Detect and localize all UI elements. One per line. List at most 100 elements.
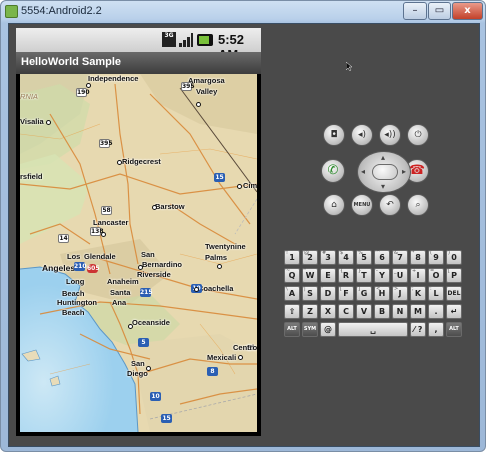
key[interactable]: (9 [428,250,444,265]
power-button[interactable]: ⏻ [407,124,429,146]
volume-down-button[interactable]: ◂) [351,124,373,146]
close-button[interactable]: x [452,2,483,20]
map-label: Riverside [137,270,171,279]
key[interactable]: V [356,304,372,319]
key[interactable]: :L [428,286,444,301]
enter-key[interactable]: ↵ [446,304,462,319]
key[interactable]: {R [338,268,354,283]
emulator-client-area: 3G 5:52 AM HelloWorld Sample [8,23,480,447]
key[interactable]: ^ 6 [374,250,390,265]
highway-shield: 395 [181,82,195,91]
highway-shield: 395 [99,139,113,148]
dpad[interactable]: ▴ ▾ ◂ ▸ [357,151,411,193]
menu-button[interactable]: MENU [351,194,373,216]
city-marker [128,324,133,329]
dpad-down-icon[interactable]: ▾ [381,182,385,191]
map-label: Ana [112,298,127,307]
dpad-right-icon[interactable]: ▸ [402,167,406,176]
key[interactable]: + I [410,268,426,283]
maximize-button[interactable]: ▭ [428,2,451,20]
key[interactable]: ~ Q [284,268,300,283]
map-view[interactable]: Independence Amargosa Valley RNIA Visali… [20,74,257,432]
network-3g-icon: 3G [162,32,176,47]
key[interactable]: * 8 [410,250,426,265]
alt-key-left[interactable]: ALT [284,322,300,337]
key[interactable]: | S [302,286,318,301]
key[interactable]: < H [374,286,390,301]
city-marker [117,160,122,165]
sym-key[interactable]: SYM [302,322,318,337]
map-label: rsfield [20,172,43,181]
map-label: Visalia [20,117,44,126]
camera-button[interactable]: ◘ [323,124,345,146]
city-marker [217,264,222,269]
key[interactable]: @2 [302,250,318,265]
key[interactable]: -Y [374,268,390,283]
key[interactable]: N [392,304,408,319]
search-button[interactable]: ⌕ [407,194,429,216]
key[interactable]: ! 1 [284,250,300,265]
key[interactable]: ; K [410,286,426,301]
shift-key[interactable]: ⇧ [284,304,300,319]
city-marker [46,120,51,125]
comma-key[interactable]: , [428,322,444,337]
minimize-button[interactable]: – [403,2,427,20]
key[interactable]: B [374,304,390,319]
map-label: San [141,250,155,259]
key[interactable]: [F [338,286,354,301]
map-label: Independence [88,74,139,83]
dpad-center-button[interactable] [372,164,398,180]
key[interactable]: ` E [320,268,336,283]
key[interactable]: Z [302,304,318,319]
highway-shield: 215 [140,288,153,297]
delete-key[interactable]: DEL [446,286,462,301]
key[interactable]: " W [302,268,318,283]
highway-shield: 190 [76,88,90,97]
key[interactable]: ] G [356,286,372,301]
home-button[interactable]: ⌂ [323,194,345,216]
city-marker [138,265,143,270]
title-bar[interactable]: 5554:Android2.2 – ▭ x [1,1,485,23]
key[interactable]: ) 0 [446,250,462,265]
slash-key[interactable]: ⁄ ? [410,322,426,337]
key[interactable]: M [410,304,426,319]
key[interactable]: _ U [392,268,408,283]
key[interactable]: $4 [338,250,354,265]
key[interactable]: C [338,304,354,319]
map-label: Coachella [198,284,234,293]
map-label: Palms [205,253,228,262]
key[interactable]: > J [392,286,408,301]
highway-shield: 58 [101,206,112,215]
map-label: San [131,359,145,368]
key[interactable]: #3 [320,250,336,265]
android-app-icon [5,5,18,18]
dpad-up-icon[interactable]: ▴ [381,153,385,162]
key[interactable]: & 7 [392,250,408,265]
mouse-cursor-icon [346,62,352,71]
key[interactable]: \ A [284,286,300,301]
emulator-window: 5554:Android2.2 – ▭ x 3G 5:52 AM HelloWo… [0,0,486,452]
at-key[interactable]: @ [320,322,336,337]
call-icon: ✆ [327,163,339,178]
map-label: Cima [243,181,257,190]
key[interactable]: [P [446,268,462,283]
key[interactable]: . [428,304,444,319]
highway-shield: 8 [207,367,218,376]
highway-shield: 14 [58,234,69,243]
key[interactable]: % 5 [356,250,372,265]
key[interactable]: } T [356,268,372,283]
call-button[interactable]: ✆ [321,159,345,183]
key[interactable]: = O [428,268,444,283]
space-key[interactable]: ␣ [338,322,408,337]
key[interactable]: ' D [320,286,336,301]
city-marker [196,102,201,107]
volume-up-button[interactable]: ◂)) [379,124,401,146]
map-label: Valley [196,87,218,96]
map-label: Centro [233,343,257,352]
alt-key-right[interactable]: ALT [446,322,462,337]
home-icon: ⌂ [331,200,337,210]
key[interactable]: X [320,304,336,319]
back-button[interactable]: ↶ [379,194,401,216]
dpad-left-icon[interactable]: ◂ [361,167,365,176]
highway-shield: 15 [214,173,225,182]
